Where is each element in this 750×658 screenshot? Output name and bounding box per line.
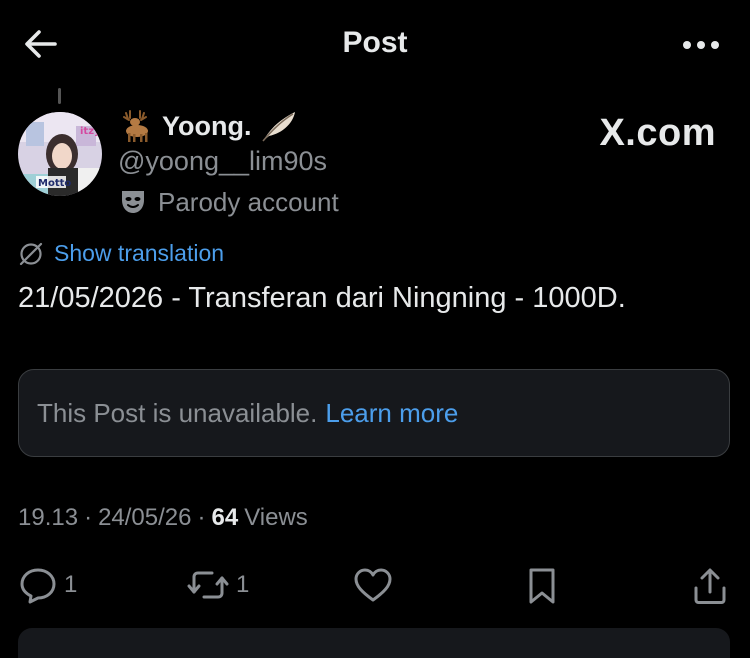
watermark-logo: X.com (599, 112, 716, 154)
reply-icon (20, 568, 56, 604)
page-title: Post (342, 26, 408, 59)
reply-count: 1 (64, 571, 78, 598)
views-count: 64 (211, 504, 239, 531)
deer-icon (123, 110, 148, 142)
author-name-row[interactable]: Yoong. (118, 108, 339, 144)
post-body-text: 21/05/2026 - Transferan dari Ningning - … (18, 282, 626, 314)
reply-button[interactable]: 1 (18, 566, 77, 604)
share-button[interactable] (690, 566, 730, 606)
post-date: 24/05/26 (98, 504, 192, 531)
author-info: Yoong. @yoong__lim90s Parody account (118, 108, 339, 220)
post-time: 19.13 (18, 504, 79, 531)
svg-text:itzy: itzy (80, 126, 101, 137)
more-options-button[interactable] (676, 28, 726, 62)
parody-label-text: Parody account (158, 186, 339, 217)
more-horizontal-icon (683, 41, 719, 49)
like-button[interactable] (352, 566, 394, 604)
post-action-bar: 1 1 (0, 562, 750, 610)
avatar[interactable]: itzy Motto (18, 112, 102, 196)
parody-account-label: Parody account (118, 184, 339, 220)
learn-more-link[interactable]: Learn more (325, 398, 458, 429)
svg-text:Motto: Motto (38, 178, 71, 189)
show-translation-link[interactable]: Show translation (18, 240, 224, 267)
reply-composer-edge[interactable] (18, 628, 730, 658)
top-navigation-bar: Post (0, 0, 750, 90)
author-handle: @yoong__lim90s (118, 146, 328, 176)
repost-button[interactable]: 1 (186, 566, 249, 604)
thread-connector-line (58, 88, 61, 104)
unavailable-message: This Post is unavailable. (37, 397, 318, 428)
theater-mask-icon (122, 191, 144, 213)
heart-icon (354, 568, 392, 602)
repost-icon (187, 571, 229, 599)
meta-separator: · (84, 504, 93, 531)
meta-separator: · (197, 504, 206, 531)
repost-count: 1 (236, 571, 250, 598)
views-label: Views (244, 504, 308, 531)
bookmark-icon (529, 568, 555, 604)
translate-icon (19, 242, 43, 265)
bookmark-button[interactable] (524, 566, 560, 606)
show-translation-label: Show translation (54, 240, 225, 266)
feather-icon (262, 112, 296, 142)
unavailable-quoted-post-card: This Post is unavailable. Learn more (18, 369, 730, 457)
share-icon (694, 568, 726, 604)
author-display-name: Yoong. (162, 110, 252, 141)
post-metadata: 19.13 · 24/05/26 · 64 Views (18, 504, 308, 532)
